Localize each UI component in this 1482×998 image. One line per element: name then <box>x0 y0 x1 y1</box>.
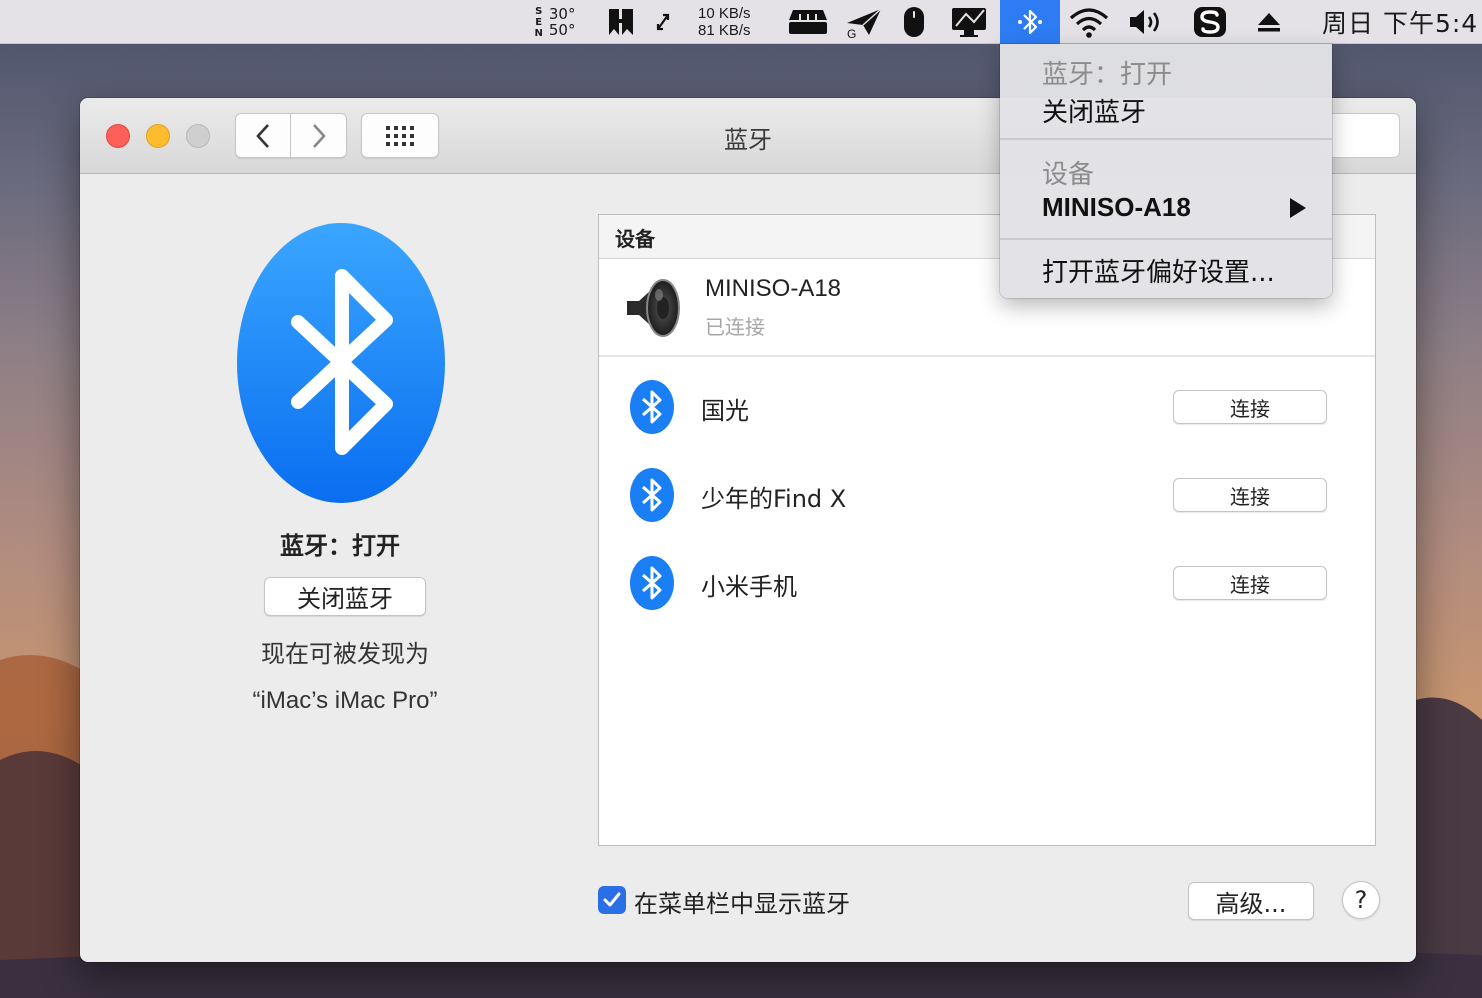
connect-button[interactable]: 连接 <box>1173 390 1327 424</box>
bluetooth-device-icon <box>630 468 674 522</box>
compass-directions: S E N <box>534 5 543 39</box>
menu-device-item[interactable]: MINISO-A18 <box>1042 192 1191 223</box>
submenu-arrow-icon <box>1290 198 1306 218</box>
bluetooth-device-icon <box>630 556 674 610</box>
network-speed-widget[interactable]: 10 KB/s 81 KB/s <box>698 0 772 44</box>
connect-button[interactable]: 连接 <box>1173 478 1327 512</box>
menu-separator <box>1000 138 1332 140</box>
bluetooth-status: 蓝牙：打开 <box>280 532 400 560</box>
temp-low: 50° <box>548 21 576 39</box>
checkmark-icon <box>603 892 621 907</box>
computer-name: “iMac’s iMac Pro” <box>252 687 438 714</box>
connect-button[interactable]: 连接 <box>1173 566 1327 600</box>
show-in-menubar-checkbox[interactable] <box>598 886 626 914</box>
device-list: 设备 MINISO-A18 已连接 国光 连接 少年的Find X 连接 小米手… <box>598 214 1376 846</box>
speaker-icon <box>627 279 680 337</box>
bluetooth-menu-icon[interactable] <box>1000 0 1060 44</box>
mouse-icon[interactable] <box>898 0 930 44</box>
search-field[interactable] <box>1320 113 1400 158</box>
display-icon[interactable] <box>948 0 990 44</box>
wifi-icon[interactable] <box>1066 0 1112 44</box>
list-item[interactable]: 小米手机 连接 <box>599 537 1375 623</box>
menu-turn-off-bluetooth[interactable]: 关闭蓝牙 <box>1042 92 1146 129</box>
device-name: 国光 <box>701 397 749 425</box>
menu-open-bluetooth-prefs[interactable]: 打开蓝牙偏好设置... <box>1042 252 1275 289</box>
menu-bluetooth-status: 蓝牙：打开 <box>1042 60 1173 90</box>
bluetooth-dropdown-menu: 蓝牙：打开 关闭蓝牙 设备 MINISO-A18 打开蓝牙偏好设置... <box>1000 44 1332 298</box>
device-name: 少年的Find X <box>701 485 847 513</box>
temp-high: 30° <box>548 5 576 23</box>
turn-off-bluetooth-button[interactable]: 关闭蓝牙 <box>264 577 426 616</box>
connected-device-name: MINISO-A18 <box>705 275 842 302</box>
device-name: 小米手机 <box>701 573 797 601</box>
temperature-widget[interactable]: S E N 30° 50° <box>524 0 586 44</box>
advanced-button[interactable]: 高级... <box>1188 882 1314 920</box>
bluetooth-device-icon <box>630 380 674 434</box>
list-item[interactable]: 少年的Find X 连接 <box>599 449 1375 535</box>
menu-separator <box>1000 238 1332 240</box>
help-button[interactable]: ? <box>1342 881 1380 919</box>
list-item[interactable]: 国光 连接 <box>599 361 1375 447</box>
sogou-input-icon[interactable] <box>1190 0 1230 44</box>
menu-devices-header: 设备 <box>1042 160 1095 190</box>
resize-arrows-icon[interactable] <box>648 0 678 44</box>
menu-bar: S E N 30° 50° 10 KB/s 81 KB/s G 周日 下午5:4 <box>0 0 1482 44</box>
bookmark-icon[interactable] <box>602 0 640 44</box>
menubar-clock[interactable]: 周日 下午5:4 <box>1322 0 1482 44</box>
discoverable-label: 现在可被发现为 <box>261 640 429 668</box>
svg-text:G: G <box>847 27 856 39</box>
net-upload: 10 KB/s <box>698 5 751 22</box>
eject-icon[interactable] <box>1250 0 1288 44</box>
net-download: 81 KB/s <box>698 22 751 39</box>
bluetooth-logo-icon <box>237 223 445 503</box>
connected-device-status: 已连接 <box>705 315 765 339</box>
volume-icon[interactable] <box>1124 0 1168 44</box>
drive-icon[interactable] <box>784 0 832 44</box>
show-in-menubar-label[interactable]: 在菜单栏中显示蓝牙 <box>634 884 850 919</box>
send-icon[interactable]: G <box>844 0 884 44</box>
